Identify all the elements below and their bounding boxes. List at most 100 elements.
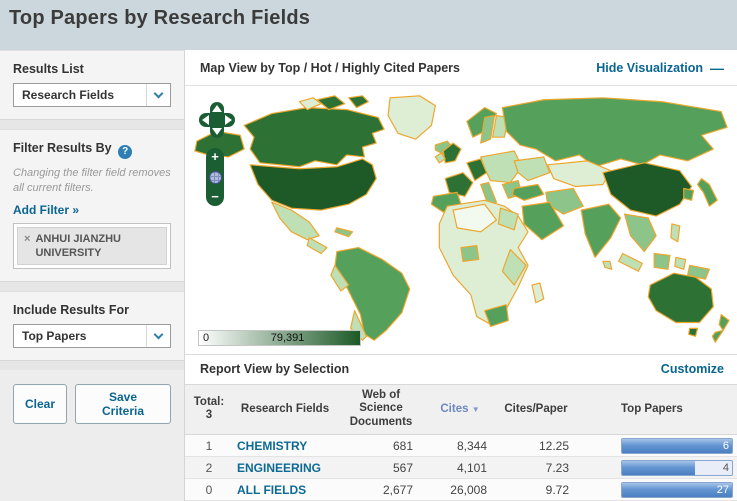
zoom-out-button[interactable]: −	[211, 190, 219, 203]
region-central-america[interactable]	[306, 237, 328, 255]
page-header: Top Papers by Research Fields	[0, 0, 737, 50]
region-canada[interactable]	[243, 107, 385, 168]
region-korea[interactable]	[683, 187, 695, 201]
chevron-down-icon[interactable]	[146, 325, 170, 348]
table-row: 0 ALL FIELDS 2,677 26,008 9.72 27	[185, 478, 737, 501]
add-filter-link[interactable]: Add Filter »	[13, 203, 79, 217]
region-greenland[interactable]	[387, 95, 436, 140]
region-india[interactable]	[580, 203, 622, 259]
legend-max-value: 79,391	[270, 332, 305, 345]
filter-heading: Filter Results By ?	[13, 141, 171, 159]
region-caribbean[interactable]	[334, 227, 354, 238]
docs-value: 2,677	[337, 478, 425, 501]
region-madagascar[interactable]	[531, 282, 545, 304]
row-rank: 2	[185, 456, 233, 479]
region-southeast-asia[interactable]	[624, 213, 657, 253]
include-results-value: Top Papers	[22, 329, 87, 344]
total-count: Total: 3	[185, 383, 233, 436]
region-new-zealand-south[interactable]	[711, 329, 724, 343]
region-russia[interactable]	[501, 97, 728, 168]
include-results-dropdown[interactable]: Top Papers	[13, 324, 171, 349]
top-papers-bar: 27	[621, 481, 733, 498]
pan-right-icon[interactable]	[225, 115, 232, 126]
region-japan[interactable]	[696, 178, 718, 207]
map-color-legend: 0 79,391	[198, 330, 361, 347]
column-cites-sorted[interactable]: Cites ▼	[425, 383, 495, 436]
results-list-value: Research Fields	[22, 88, 115, 102]
column-wos-documents[interactable]: Web of Science Documents	[337, 383, 425, 436]
clear-button[interactable]: Clear	[13, 384, 68, 425]
save-criteria-button[interactable]: Save Criteria	[75, 384, 171, 425]
hide-visualization-link[interactable]: Hide Visualization —	[596, 60, 724, 76]
top-papers-bar: 4	[621, 459, 733, 476]
filter-results-section: Filter Results By ? Changing the filter …	[0, 129, 184, 283]
field-link-chemistry[interactable]: CHEMISTRY	[237, 439, 307, 453]
table-header-row: Total: 3 Research Fields Web of Science D…	[185, 383, 737, 436]
region-usa[interactable]	[249, 158, 377, 211]
sort-down-icon: ▼	[471, 405, 480, 415]
region-new-zealand-north[interactable]	[718, 314, 730, 332]
close-icon[interactable]: ×	[24, 232, 30, 261]
region-china[interactable]	[602, 162, 693, 217]
region-south-america[interactable]	[334, 247, 411, 341]
region-australia[interactable]	[647, 272, 714, 324]
section-divider	[0, 361, 184, 371]
globe-icon[interactable]	[208, 170, 222, 184]
top-papers-value: 4	[722, 461, 729, 474]
report-title: Report View by Selection	[200, 362, 350, 377]
region-philippines[interactable]	[670, 223, 681, 243]
map-zoom-control[interactable]: + −	[206, 148, 224, 207]
results-list-dropdown[interactable]: Research Fields	[13, 83, 171, 107]
row-rank: 1	[185, 434, 233, 457]
legend-min-value: 0	[203, 332, 210, 345]
region-nigeria[interactable]	[460, 245, 480, 263]
row-rank: 0	[185, 478, 233, 501]
filter-sidebar: Results List Research Fields Filter Resu…	[0, 50, 185, 501]
help-icon[interactable]: ?	[118, 145, 133, 159]
region-sulawesi[interactable]	[674, 256, 687, 270]
pan-up-icon[interactable]	[212, 105, 222, 113]
section-divider	[0, 282, 184, 292]
region-sri-lanka[interactable]	[602, 260, 613, 270]
table-row: 1 CHEMISTRY 681 8,344 12.25 6	[185, 434, 737, 457]
minus-icon: —	[710, 59, 724, 76]
pan-left-icon[interactable]	[202, 115, 209, 126]
field-link-all-fields[interactable]: ALL FIELDS	[237, 483, 306, 497]
region-borneo[interactable]	[653, 252, 671, 270]
cites-value: 4,101	[425, 456, 495, 479]
map-pan-control[interactable]	[199, 102, 235, 139]
region-tasmania[interactable]	[688, 327, 699, 337]
map-panel-title: Map View by Top / Hot / Highly Cited Pap…	[200, 60, 460, 75]
customize-link[interactable]: Customize	[661, 362, 724, 376]
docs-value: 681	[337, 434, 425, 457]
filter-note: Changing the filter field removes all cu…	[13, 167, 171, 194]
column-cites-per-paper[interactable]: Cites/Paper	[495, 383, 577, 436]
filter-chip-label: ANHUI JIANZHU UNIVERSITY	[35, 232, 121, 259]
region-arctic-island[interactable]	[316, 95, 346, 111]
section-divider	[0, 120, 184, 129]
page-title: Top Papers by Research Fields	[9, 7, 311, 29]
map-panel-header: Map View by Top / Hot / Highly Cited Pap…	[185, 50, 737, 87]
cites-per-paper-value: 9.72	[495, 478, 577, 501]
top-papers-value: 6	[722, 439, 729, 452]
cites-value: 8,344	[425, 434, 495, 457]
filter-chip-list: × ANHUI JIANZHU UNIVERSITY	[13, 222, 171, 270]
zoom-in-button[interactable]: +	[211, 150, 219, 163]
include-results-label: Include Results For	[13, 303, 129, 318]
pan-down-icon[interactable]	[212, 128, 222, 136]
region-arctic-island[interactable]	[348, 95, 369, 109]
results-list-label: Results List	[13, 62, 84, 76]
results-list-section: Results List Research Fields	[0, 50, 184, 120]
region-ukraine[interactable]	[513, 156, 551, 182]
column-research-fields[interactable]: Research Fields	[233, 383, 337, 436]
report-panel-header: Report View by Selection Customize	[185, 355, 737, 383]
filter-chip[interactable]: × ANHUI JIANZHU UNIVERSITY	[17, 226, 167, 266]
cites-value: 26,008	[425, 478, 495, 501]
field-link-engineering[interactable]: ENGINEERING	[237, 461, 321, 475]
region-sumatra[interactable]	[618, 252, 643, 272]
region-france[interactable]	[444, 172, 474, 197]
top-papers-value: 27	[716, 483, 729, 496]
chevron-down-icon[interactable]	[146, 84, 170, 106]
docs-value: 567	[337, 456, 425, 479]
column-top-papers[interactable]: Top Papers	[577, 383, 737, 436]
